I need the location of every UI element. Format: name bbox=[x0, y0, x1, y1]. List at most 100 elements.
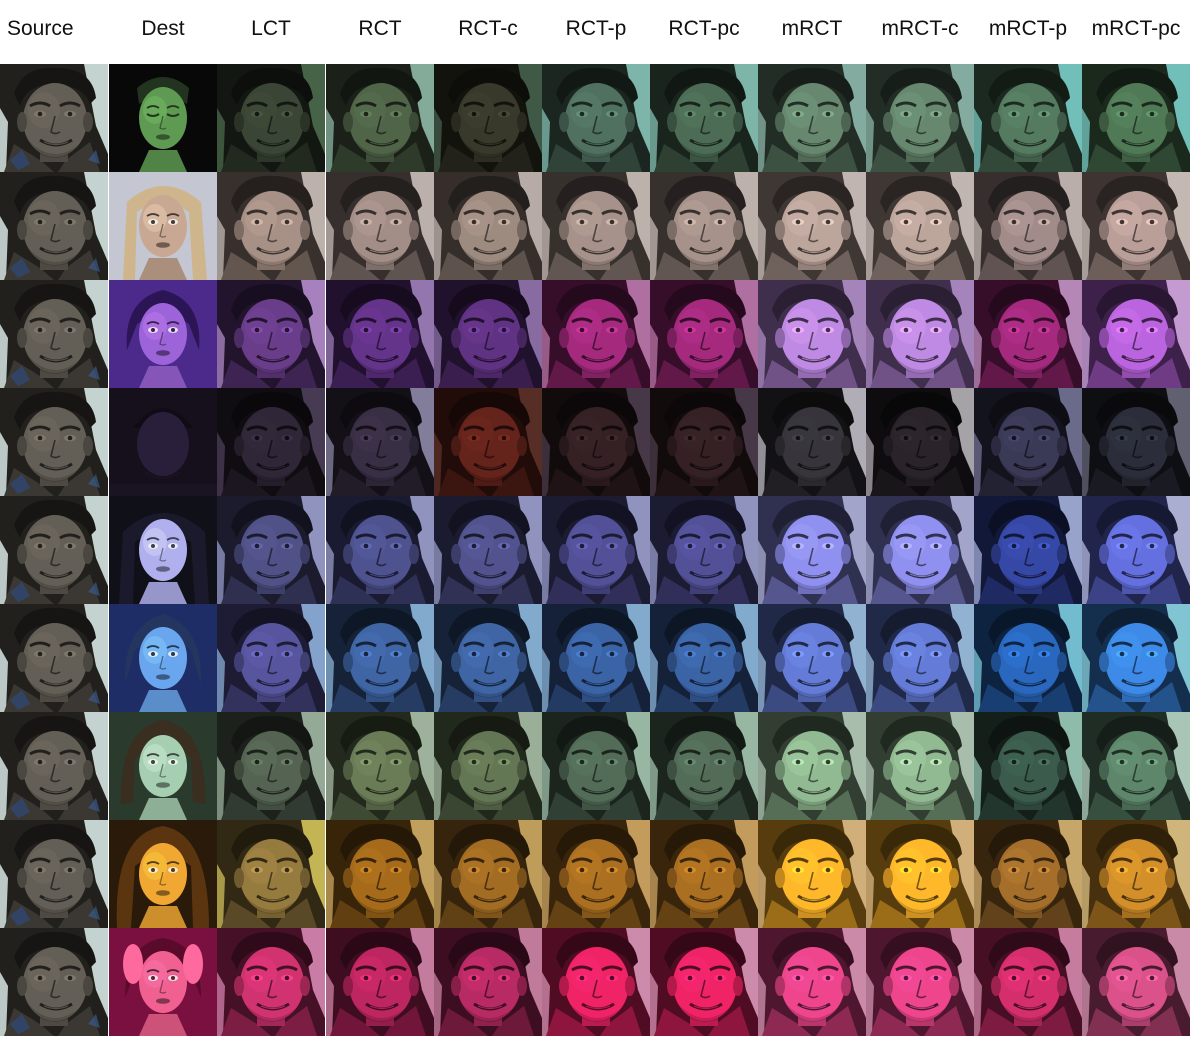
source-face-image bbox=[0, 280, 108, 388]
image-tile-row-2-mrct bbox=[758, 172, 866, 280]
image-tile-row-5-rct-pc bbox=[650, 496, 758, 604]
result-face-image bbox=[217, 712, 325, 820]
column-label-dest: Dest bbox=[141, 17, 185, 40]
result-face-image bbox=[434, 604, 542, 712]
destination-face-image bbox=[109, 388, 217, 496]
image-tile-row-9-lct bbox=[217, 928, 325, 1036]
image-tile-row-6-rct-pc bbox=[650, 604, 758, 712]
result-face-image bbox=[217, 820, 325, 928]
result-face-image bbox=[866, 496, 974, 604]
result-face-image bbox=[866, 928, 974, 1036]
image-tile-row-8-rct-p bbox=[542, 820, 650, 928]
result-face-image bbox=[1082, 388, 1190, 496]
image-tile-row-6-lct bbox=[217, 604, 325, 712]
destination-face-image bbox=[109, 928, 217, 1036]
source-face-image bbox=[0, 388, 108, 496]
result-face-image bbox=[542, 712, 650, 820]
image-tile-row-1-rct-p bbox=[542, 64, 650, 172]
result-face-image bbox=[1082, 64, 1190, 172]
column-label-mrct-pc: mRCT-pc bbox=[1091, 17, 1181, 40]
result-face-image bbox=[217, 928, 325, 1036]
destination-face-image bbox=[109, 280, 217, 388]
image-tile-row-3-rct-c bbox=[434, 280, 542, 388]
result-face-image bbox=[974, 604, 1082, 712]
image-tile-row-1-source bbox=[0, 64, 108, 172]
result-face-image bbox=[758, 604, 866, 712]
result-face-image bbox=[434, 388, 542, 496]
image-tile-row-7-mrct-c bbox=[866, 712, 974, 820]
image-tile-row-4-mrct-c bbox=[866, 388, 974, 496]
image-tile-row-8-rct-c bbox=[434, 820, 542, 928]
image-tile-row-8-mrct-pc bbox=[1082, 820, 1190, 928]
image-tile-row-7-source bbox=[0, 712, 108, 820]
result-face-image bbox=[434, 712, 542, 820]
image-tile-row-6-mrct-pc bbox=[1082, 604, 1190, 712]
destination-face-image bbox=[109, 820, 217, 928]
image-tile-row-6-rct-c bbox=[434, 604, 542, 712]
result-face-image bbox=[1082, 712, 1190, 820]
image-tile-row-2-mrct-p bbox=[974, 172, 1082, 280]
image-tile-row-2-mrct-c bbox=[866, 172, 974, 280]
image-tile-row-9-source bbox=[0, 928, 108, 1036]
result-face-image bbox=[326, 712, 434, 820]
column-header-row: Source Dest LCT RCT RCT-c RCT-p RCT-pc mRCT mRCT… bbox=[0, 0, 1190, 64]
image-tile-row-2-rct-p bbox=[542, 172, 650, 280]
result-face-image bbox=[866, 64, 974, 172]
image-tile-row-4-rct bbox=[326, 388, 434, 496]
image-tile-row-8-mrct-c bbox=[866, 820, 974, 928]
result-face-image bbox=[1082, 928, 1190, 1036]
result-face-image bbox=[866, 604, 974, 712]
source-face-image bbox=[0, 712, 108, 820]
result-face-image bbox=[434, 496, 542, 604]
image-tile-row-8-rct bbox=[326, 820, 434, 928]
image-tile-row-3-mrct-p bbox=[974, 280, 1082, 388]
result-face-image bbox=[217, 604, 325, 712]
result-face-image bbox=[866, 712, 974, 820]
result-face-image bbox=[326, 64, 434, 172]
column-label-rct-p: RCT-p bbox=[565, 17, 627, 40]
image-tile-row-4-source bbox=[0, 388, 108, 496]
image-tile-row-2-rct-pc bbox=[650, 172, 758, 280]
image-tile-row-1-rct-pc bbox=[650, 64, 758, 172]
result-face-image bbox=[758, 172, 866, 280]
image-tile-row-4-mrct-pc bbox=[1082, 388, 1190, 496]
image-tile-row-1-mrct-c bbox=[866, 64, 974, 172]
image-tile-row-5-rct-c bbox=[434, 496, 542, 604]
image-tile-row-7-rct-pc bbox=[650, 712, 758, 820]
image-tile-row-5-mrct-p bbox=[974, 496, 1082, 604]
image-tile-row-4-mrct-p bbox=[974, 388, 1082, 496]
image-tile-row-7-rct bbox=[326, 712, 434, 820]
image-tile-row-6-dest bbox=[109, 604, 217, 712]
image-tile-row-4-rct-pc bbox=[650, 388, 758, 496]
result-face-image bbox=[866, 280, 974, 388]
image-tile-row-2-rct bbox=[326, 172, 434, 280]
result-face-image bbox=[650, 172, 758, 280]
image-tile-row-9-dest bbox=[109, 928, 217, 1036]
result-face-image bbox=[650, 496, 758, 604]
result-face-image bbox=[542, 280, 650, 388]
source-face-image bbox=[0, 496, 108, 604]
column-label-mrct-p: mRCT-p bbox=[988, 17, 1068, 40]
image-tile-row-6-rct-p bbox=[542, 604, 650, 712]
source-face-image bbox=[0, 604, 108, 712]
result-face-image bbox=[434, 172, 542, 280]
result-face-image bbox=[758, 388, 866, 496]
destination-face-image bbox=[109, 496, 217, 604]
result-face-image bbox=[326, 928, 434, 1036]
result-face-image bbox=[326, 172, 434, 280]
image-tile-row-5-rct bbox=[326, 496, 434, 604]
result-face-image bbox=[326, 604, 434, 712]
result-face-image bbox=[650, 388, 758, 496]
image-tile-row-5-mrct bbox=[758, 496, 866, 604]
image-tile-row-2-source bbox=[0, 172, 108, 280]
image-tile-row-9-rct-pc bbox=[650, 928, 758, 1036]
result-face-image bbox=[974, 928, 1082, 1036]
result-face-image bbox=[758, 64, 866, 172]
image-tile-row-5-mrct-c bbox=[866, 496, 974, 604]
result-face-image bbox=[650, 820, 758, 928]
image-tile-row-7-lct bbox=[217, 712, 325, 820]
result-face-image bbox=[326, 496, 434, 604]
result-face-image bbox=[758, 280, 866, 388]
result-face-image bbox=[974, 388, 1082, 496]
image-tile-row-9-mrct-c bbox=[866, 928, 974, 1036]
